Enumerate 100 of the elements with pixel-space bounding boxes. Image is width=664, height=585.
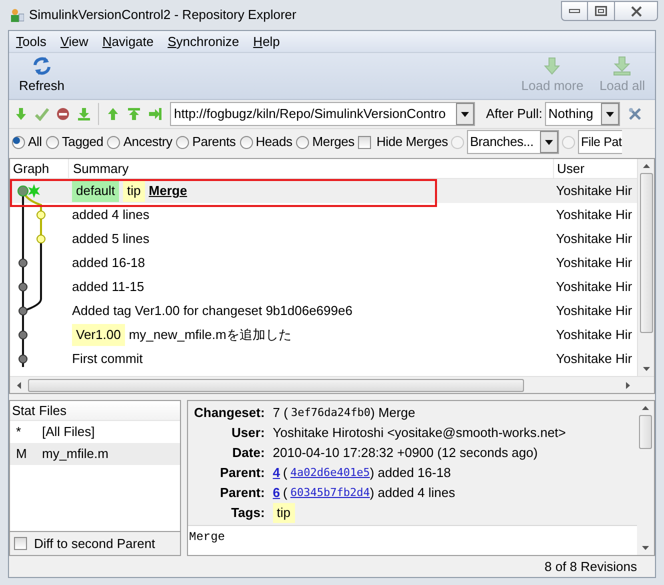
radio-button[interactable] bbox=[562, 136, 575, 148]
user-text: Yoshitake Hir bbox=[556, 327, 632, 342]
up-arrow-icon bbox=[106, 107, 120, 121]
hash-link[interactable]: 4a02d6e401e5 bbox=[290, 463, 370, 483]
scrollbar-thumb[interactable] bbox=[639, 415, 652, 449]
summary-text: First commit bbox=[72, 350, 143, 368]
radio-button[interactable] bbox=[296, 136, 310, 148]
user-text: Yoshitake Hir bbox=[556, 303, 632, 318]
radio-button[interactable] bbox=[46, 136, 59, 148]
vertical-scrollbar[interactable] bbox=[637, 401, 654, 555]
tag-label: tip bbox=[272, 503, 295, 523]
field-value: Yoshitake Hirotoshi <yositake@smooth-works.net> bbox=[272, 424, 566, 442]
window-title: SimulinkVersionControl2 - Repository Explorer bbox=[29, 6, 296, 24]
close-icon bbox=[630, 6, 642, 16]
diff-option-label: Diff to second Parent bbox=[34, 534, 156, 553]
status-text: M bbox=[16, 446, 27, 462]
refresh-button[interactable]: Refresh bbox=[15, 56, 69, 96]
user-text: Yoshitake Hir bbox=[556, 207, 632, 222]
close-button[interactable] bbox=[615, 1, 658, 21]
summary-text: added 11-15 bbox=[72, 278, 144, 296]
user-text: Yoshitake Hir bbox=[556, 183, 632, 198]
tools-icon bbox=[628, 107, 642, 121]
after-pull-combo-box[interactable]: Nothing bbox=[545, 102, 620, 126]
app-icon bbox=[10, 8, 24, 22]
revision-link[interactable]: 4 bbox=[272, 463, 280, 483]
file-row[interactable]: M my_mfile.m bbox=[10, 443, 180, 465]
filter-label: All bbox=[28, 133, 42, 152]
down-arrow-icon bbox=[14, 107, 28, 121]
file-name: [All Files] bbox=[42, 424, 95, 440]
user-text: Yoshitake Hir bbox=[556, 279, 632, 294]
refresh-icon bbox=[30, 56, 53, 76]
tag-label: tip bbox=[123, 180, 145, 202]
column-header[interactable]: Graph bbox=[13, 158, 50, 178]
column-header[interactable]: User bbox=[557, 158, 584, 178]
scrollbar-thumb[interactable] bbox=[28, 378, 524, 392]
url-text: http://fogbugz/kiln/Repo/SimulinkVersionContro bbox=[173, 105, 447, 124]
tag-label: Ver1.00 bbox=[72, 324, 125, 346]
menu-item[interactable]: Help bbox=[253, 32, 280, 52]
menu-item[interactable]: Tools bbox=[16, 32, 46, 52]
download-icon bbox=[77, 107, 91, 121]
filter-label: Merges bbox=[312, 133, 354, 152]
column-header[interactable]: Files bbox=[39, 402, 66, 418]
checkbox[interactable] bbox=[14, 537, 27, 550]
status-text: 8 of 8 Revisions bbox=[544, 558, 637, 576]
right-arrow-icon bbox=[148, 107, 162, 121]
changeset-hash: 3ef76da24fb0 bbox=[290, 405, 370, 421]
scrollbar-thumb[interactable] bbox=[640, 173, 652, 333]
maximize-icon bbox=[595, 6, 607, 16]
radio-button[interactable] bbox=[450, 136, 464, 148]
menu-item[interactable]: View bbox=[60, 32, 88, 52]
hash-link[interactable]: 60345b7fb2d4 bbox=[290, 483, 370, 503]
field-value: ( bbox=[283, 464, 288, 482]
tag-label: default bbox=[72, 180, 120, 202]
horizontal-scrollbar[interactable] bbox=[10, 376, 654, 393]
field-label: Parent: bbox=[219, 464, 265, 482]
user-text: Yoshitake Hir bbox=[556, 351, 632, 366]
field-label: Date: bbox=[231, 444, 265, 462]
field-label: Changeset: bbox=[193, 404, 265, 422]
status-text: * bbox=[16, 424, 22, 440]
file-name: my_mfile.m bbox=[42, 446, 108, 462]
after-pull-value: Nothing bbox=[547, 105, 594, 124]
minimize-button[interactable] bbox=[561, 1, 588, 21]
filter-label: Parents bbox=[192, 133, 236, 152]
commit-message: Merge bbox=[189, 530, 226, 544]
radio-button[interactable] bbox=[240, 136, 253, 148]
revision-link[interactable]: 6 bbox=[272, 483, 280, 503]
minimize-icon bbox=[569, 9, 580, 13]
field-label: Parent: bbox=[219, 484, 265, 502]
user-text: Yoshitake Hir bbox=[556, 255, 632, 270]
user-text: Yoshitake Hir bbox=[556, 231, 632, 246]
file-pattern-field[interactable]: File Pat bbox=[578, 130, 622, 154]
field-value: 2010-04-10 17:28:32 +0900 (12 seconds ago) bbox=[272, 444, 538, 462]
menu-item[interactable]: Synchronize bbox=[168, 32, 240, 52]
after-pull-label: After Pull: bbox=[486, 105, 542, 124]
upload-icon bbox=[127, 107, 141, 121]
maximize-button[interactable] bbox=[588, 1, 615, 21]
field-value: ) Merge bbox=[370, 404, 416, 422]
column-header[interactable]: Stat bbox=[12, 402, 36, 418]
field-label: User: bbox=[230, 424, 265, 442]
summary-text: added 5 lines bbox=[72, 230, 150, 248]
branches-combo-box[interactable]: Branches... bbox=[466, 130, 559, 154]
summary-text: added 4 lines bbox=[72, 206, 150, 224]
radio-button[interactable] bbox=[107, 136, 120, 148]
summary-text: Merge bbox=[148, 182, 188, 200]
radio-button[interactable] bbox=[12, 136, 25, 148]
vertical-scrollbar[interactable] bbox=[637, 159, 654, 376]
field-value: 7 ( bbox=[272, 404, 288, 422]
stop-icon bbox=[56, 107, 70, 121]
radio-button[interactable] bbox=[176, 136, 190, 148]
checkbox[interactable] bbox=[358, 136, 372, 148]
menu-item[interactable]: Navigate bbox=[102, 32, 154, 52]
column-header[interactable]: Summary bbox=[73, 158, 129, 178]
summary-text: Added tag Ver1.00 for changeset 9b1d06e699e6 bbox=[72, 302, 352, 320]
branches-value: Branches... bbox=[468, 133, 535, 152]
filter-label: Heads bbox=[256, 133, 292, 152]
filter-label: Ancestry bbox=[123, 133, 172, 152]
field-label: Tags: bbox=[230, 504, 265, 522]
field-value: ) added 4 lines bbox=[370, 484, 456, 502]
checkmark-icon bbox=[35, 107, 49, 121]
url-combo-box[interactable]: http://fogbugz/kiln/Repo/SimulinkVersionContro bbox=[170, 102, 475, 126]
